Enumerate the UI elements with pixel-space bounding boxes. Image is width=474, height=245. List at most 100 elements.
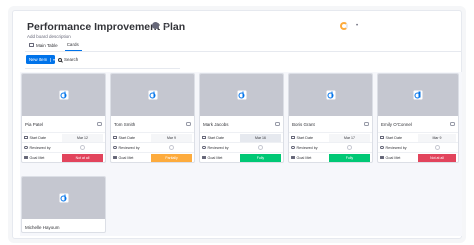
updates-icon[interactable] <box>450 122 455 126</box>
start-date-row: Start Date Mar 9 <box>111 132 194 142</box>
goal-met-row: Goal Met Fully <box>200 152 283 162</box>
card-name[interactable]: Michelle Hayoum <box>25 225 60 230</box>
chevron-down-icon[interactable]: ▾ <box>50 57 55 62</box>
updates-icon[interactable] <box>97 122 102 126</box>
card-name[interactable]: Emily O'Connel <box>381 122 412 127</box>
field-label: Reviewed by <box>29 145 51 150</box>
person-icon <box>291 145 295 150</box>
reviewed-by-row: Reviewed by <box>22 142 105 152</box>
person-icon <box>24 145 28 150</box>
tab-cards[interactable]: Cards <box>64 41 82 51</box>
goal-met-row: Goal Met Partially <box>111 152 194 162</box>
card-name-row: Emily O'Connel <box>378 116 458 132</box>
status-icon <box>291 155 295 160</box>
start-date-cell[interactable]: Mar 12 <box>62 133 103 142</box>
file-icon <box>59 90 68 100</box>
start-date-cell[interactable]: Mar 16 <box>240 133 281 142</box>
empty-avatar-icon <box>347 145 352 150</box>
updates-icon[interactable] <box>364 122 369 126</box>
goal-status-cell[interactable]: Fully <box>240 153 281 162</box>
calendar-icon <box>380 135 384 140</box>
field-label: Start Date <box>29 135 47 140</box>
status-icon <box>113 155 117 160</box>
tab-main-table[interactable]: Main Table <box>27 41 61 51</box>
start-date-cell[interactable]: Mar 9 <box>151 133 192 142</box>
empty-avatar-icon <box>80 145 85 150</box>
reviewed-by-row: Reviewed by <box>200 142 283 152</box>
more-options-icon[interactable]: • <box>356 23 358 29</box>
calendar-icon <box>113 135 117 140</box>
card-name-row: Mark Jacobs <box>200 116 283 132</box>
goal-status-cell[interactable]: Partially <box>151 153 192 162</box>
file-icon <box>413 90 423 100</box>
field-label: Goal Met <box>385 155 401 160</box>
reviewer-cell[interactable] <box>418 144 456 152</box>
field-label: Start Date <box>207 135 225 140</box>
field-label: Goal Met <box>207 155 223 160</box>
card-thumbnail <box>22 74 105 116</box>
empty-avatar-icon <box>434 145 440 150</box>
card-name[interactable]: Pia Patel <box>25 122 43 127</box>
goal-met-row: Goal Met Not at all <box>378 152 458 162</box>
tab-label: Main Table <box>36 42 58 48</box>
reviewer-cell[interactable] <box>151 144 192 152</box>
start-date-cell[interactable]: Mar 17 <box>329 133 370 142</box>
empty-avatar-icon <box>169 145 174 150</box>
star-icon[interactable]: ☆ <box>163 22 170 30</box>
reviewer-cell[interactable] <box>62 144 103 152</box>
goal-met-row: Goal Met Fully <box>289 152 372 162</box>
status-icon <box>202 155 206 160</box>
field-label: Start Date <box>296 135 314 140</box>
start-date-cell[interactable]: Mar 9 <box>418 133 456 142</box>
reviewed-by-row: Reviewed by <box>111 142 194 152</box>
goal-status-cell[interactable]: Fully <box>329 153 370 162</box>
start-date-row: Start Date Mar 12 <box>22 132 105 142</box>
search-button[interactable]: Search <box>58 55 78 64</box>
updates-icon[interactable] <box>186 122 191 126</box>
card[interactable]: Emily O'Connel Start Date Mar 9 Reviewed… <box>377 73 459 163</box>
search-icon <box>58 57 62 62</box>
info-icon[interactable] <box>152 22 159 29</box>
field-label: Start Date <box>385 135 403 140</box>
card-name[interactable]: Tom Smith <box>114 122 135 127</box>
updates-icon[interactable] <box>275 122 280 126</box>
toolbar-divider <box>25 68 180 69</box>
calendar-icon <box>202 135 206 140</box>
header-divider <box>25 51 462 52</box>
status-icon <box>380 155 384 160</box>
card[interactable]: Pia Patel Start Date Mar 12 Reviewed by … <box>21 73 106 163</box>
field-label: Reviewed by <box>296 145 318 150</box>
field-label: Reviewed by <box>207 145 229 150</box>
card[interactable]: Michelle Hayoum <box>21 176 106 233</box>
title-icons: ☆ <box>152 22 170 30</box>
new-item-button[interactable]: New Item ▾ <box>26 55 55 64</box>
card[interactable]: Tom Smith Start Date Mar 9 Reviewed by G… <box>110 73 195 163</box>
empty-avatar-icon <box>258 145 263 150</box>
card-name-row: Boris Grant <box>289 116 372 132</box>
reviewer-cell[interactable] <box>329 144 370 152</box>
person-icon <box>380 145 384 150</box>
goal-status-cell[interactable]: Not at all <box>62 153 103 162</box>
card-name-row: Tom Smith <box>111 116 194 132</box>
field-label: Goal Met <box>118 155 134 160</box>
board-description[interactable]: Add board description <box>27 34 71 39</box>
reviewed-by-row: Reviewed by <box>289 142 372 152</box>
person-icon <box>113 145 117 150</box>
goal-met-row: Goal Met Not at all <box>22 152 105 162</box>
card-thumbnail <box>111 74 194 116</box>
card-thumbnail <box>378 74 458 116</box>
goal-status-cell[interactable]: Not at all <box>418 153 456 162</box>
card-thumbnail <box>200 74 283 116</box>
reviewed-by-row: Reviewed by <box>378 142 458 152</box>
reviewer-cell[interactable] <box>240 144 281 152</box>
file-icon <box>148 90 157 100</box>
card[interactable]: Mark Jacobs Start Date Mar 16 Reviewed b… <box>199 73 284 163</box>
card-name[interactable]: Boris Grant <box>292 122 315 127</box>
field-label: Start Date <box>118 135 136 140</box>
card[interactable]: Boris Grant Start Date Mar 17 Reviewed b… <box>288 73 373 163</box>
activity-icon[interactable] <box>340 22 348 30</box>
card-name[interactable]: Mark Jacobs <box>203 122 229 127</box>
field-label: Goal Met <box>29 155 45 160</box>
calendar-icon <box>291 135 295 140</box>
file-icon <box>326 90 335 100</box>
